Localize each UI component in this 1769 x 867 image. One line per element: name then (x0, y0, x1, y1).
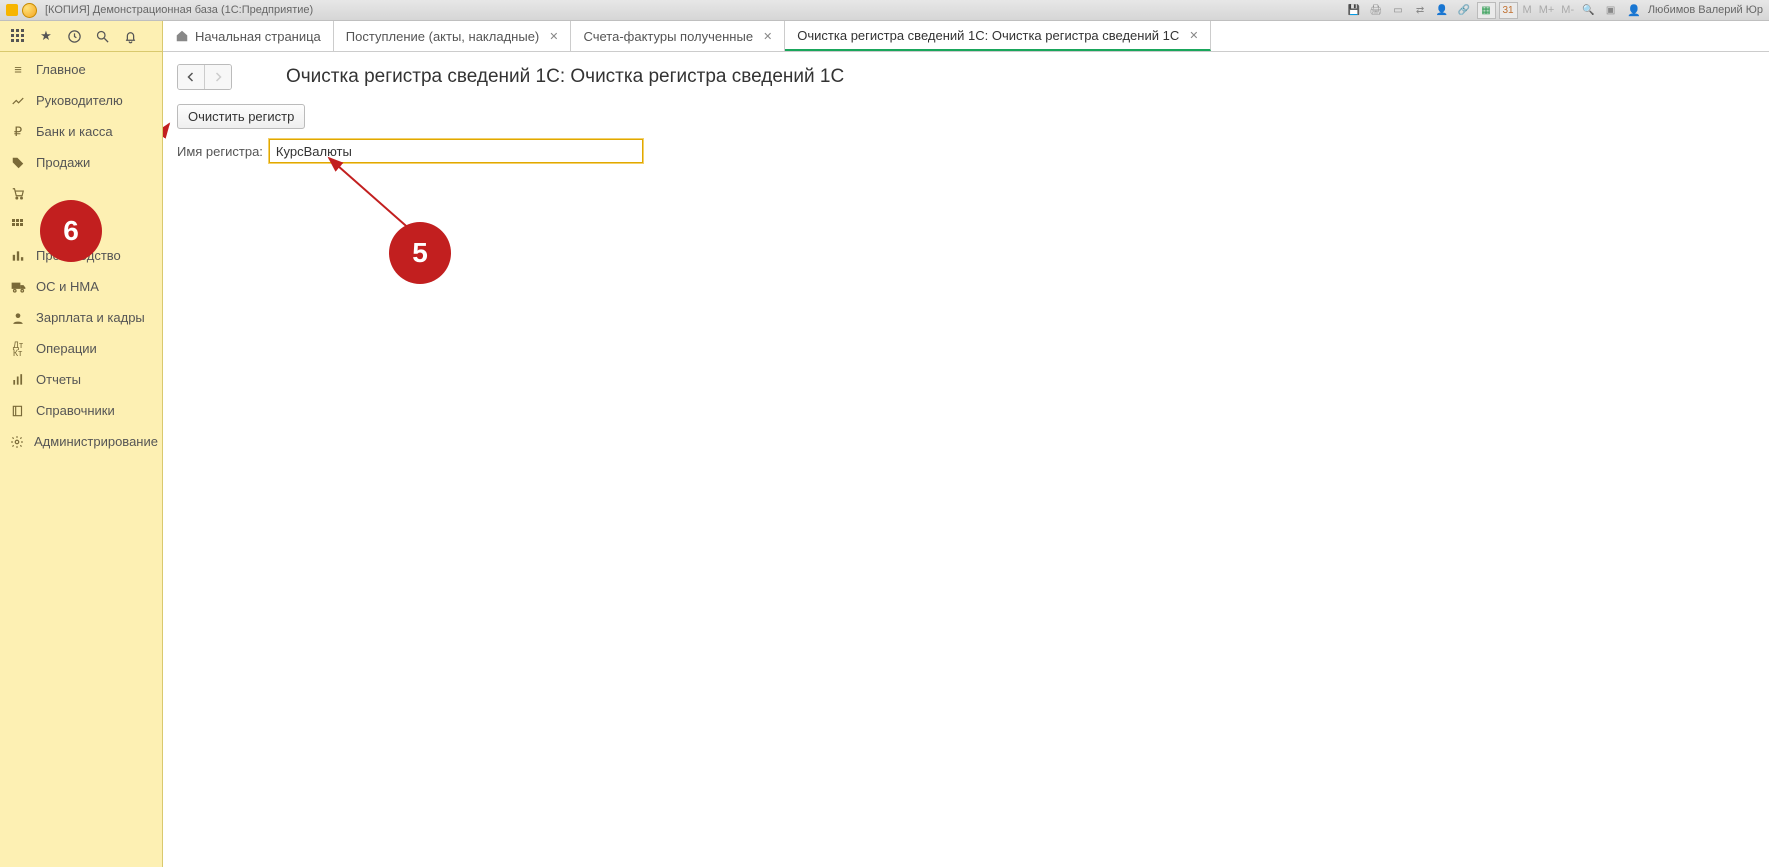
sidebar-item-cart[interactable] (0, 178, 162, 209)
content-area: Очистка регистра сведений 1С: Очистка ре… (163, 52, 1769, 867)
app-icon (6, 4, 18, 16)
ruble-icon: ₽ (10, 124, 26, 140)
sidebar-item-label: Производство (36, 248, 121, 263)
debit-credit-icon: ДтКт (10, 341, 26, 357)
nav-arrows (177, 64, 232, 90)
sidebar-item-manager[interactable]: Руководителю (0, 85, 162, 116)
cart-icon (10, 187, 26, 201)
compare-icon[interactable]: ⇄ (1411, 2, 1430, 19)
tab-label: Счета-фактуры полученные (583, 29, 753, 44)
tab-bar: Начальная страница Поступление (акты, на… (163, 21, 1769, 52)
sidebar-item-label: Руководителю (36, 93, 123, 108)
sidebar-toolbar: ★ (0, 21, 162, 52)
sidebar-item-label: Банк и касса (36, 124, 113, 139)
doc-icon[interactable]: ▭ (1389, 2, 1408, 19)
calendar-31-icon[interactable]: 31 (1499, 2, 1518, 19)
sidebar-item-salary[interactable]: Зарплата и кадры (0, 302, 162, 333)
sidebar-item-label: Операции (36, 341, 97, 356)
print-icon[interactable]: 🖨 (1367, 2, 1386, 19)
clear-register-button[interactable]: Очистить регистр (177, 104, 305, 129)
forward-button[interactable] (205, 65, 231, 89)
sidebar: ★ ≡ Главное Руководителю ₽ Банк и касса (0, 21, 163, 867)
sidebar-item-os-nma[interactable]: ОС и НМА (0, 271, 162, 302)
zoom-icon[interactable]: 🔍 (1579, 2, 1598, 19)
star-icon[interactable]: ★ (32, 23, 60, 49)
calendar-green-icon[interactable]: ▦ (1477, 2, 1496, 19)
main-area: Начальная страница Поступление (акты, на… (163, 21, 1769, 867)
register-name-label: Имя регистра: (177, 144, 263, 159)
sidebar-item-label: ОС и НМА (36, 279, 99, 294)
tab-clear-register[interactable]: Очистка регистра сведений 1С: Очистка ре… (785, 21, 1211, 51)
window-title: [КОПИЯ] Демонстрационная база (1С:Предпр… (45, 4, 313, 16)
book-icon (10, 404, 26, 418)
user-icon-small[interactable]: 👤 (1433, 2, 1452, 19)
sidebar-item-operations[interactable]: ДтКт Операции (0, 333, 162, 364)
close-icon[interactable]: ✕ (1189, 29, 1198, 42)
user-avatar-icon: 👤 (1627, 4, 1641, 17)
apps-grid-icon[interactable] (4, 23, 32, 49)
sidebar-item-admin[interactable]: Администрирование (0, 426, 162, 457)
menu-icon: ≡ (10, 62, 26, 77)
window-icon[interactable]: ▣ (1601, 2, 1620, 19)
m-minus-button[interactable]: M- (1559, 4, 1576, 16)
sidebar-item-catalogs[interactable]: Справочники (0, 395, 162, 426)
m-plus-button[interactable]: M+ (1537, 4, 1557, 16)
sidebar-item-grid[interactable] (0, 209, 162, 240)
sidebar-item-sales[interactable]: Продажи (0, 147, 162, 178)
save-icon[interactable]: 💾 (1345, 2, 1364, 19)
search-icon[interactable] (88, 23, 116, 49)
close-icon[interactable]: ✕ (763, 30, 772, 43)
home-icon (175, 29, 189, 43)
tab-receipts[interactable]: Поступление (акты, накладные) ✕ (334, 21, 572, 51)
grid-small-icon (10, 219, 26, 231)
sidebar-item-reports[interactable]: Отчеты (0, 364, 162, 395)
sidebar-item-label: Продажи (36, 155, 90, 170)
tag-icon (10, 156, 26, 170)
current-user-label: Любимов Валерий Юр (1648, 4, 1763, 16)
annotation-overlay (163, 52, 1769, 867)
bell-icon[interactable] (116, 23, 144, 49)
sidebar-item-bank[interactable]: ₽ Банк и касса (0, 116, 162, 147)
tab-invoices[interactable]: Счета-фактуры полученные ✕ (571, 21, 785, 51)
sidebar-item-production[interactable]: Производство (0, 240, 162, 271)
tab-label: Поступление (акты, накладные) (346, 29, 539, 44)
tab-label: Очистка регистра сведений 1С: Очистка ре… (797, 28, 1179, 43)
sidebar-item-label: Отчеты (36, 372, 81, 387)
sidebar-item-main[interactable]: ≡ Главное (0, 54, 162, 85)
page-title: Очистка регистра сведений 1С: Очистка ре… (286, 66, 844, 88)
m-memory-button[interactable]: M (1521, 4, 1534, 16)
history-icon[interactable] (60, 23, 88, 49)
back-button[interactable] (178, 65, 205, 89)
system-menu-button[interactable] (22, 3, 37, 18)
chart-up-icon (10, 94, 26, 108)
window-titlebar: [КОПИЯ] Демонстрационная база (1С:Предпр… (0, 0, 1769, 21)
sidebar-item-label: Главное (36, 62, 86, 77)
bars-icon (10, 249, 26, 263)
truck-icon (10, 281, 26, 293)
tab-label: Начальная страница (195, 29, 321, 44)
sidebar-item-label: Зарплата и кадры (36, 310, 145, 325)
stats-icon (10, 373, 26, 387)
link-icon[interactable]: 🔗 (1455, 2, 1474, 19)
sidebar-item-label: Справочники (36, 403, 115, 418)
person-icon (10, 311, 26, 325)
sidebar-item-label: Администрирование (34, 434, 158, 449)
register-name-input[interactable] (269, 139, 643, 163)
tab-home[interactable]: Начальная страница (163, 21, 334, 51)
annotation-callout-5: 5 (389, 222, 451, 284)
gear-icon (10, 435, 24, 449)
titlebar-tool-icons: 💾 🖨 ▭ ⇄ 👤 🔗 ▦ 31 M M+ M- 🔍 ▣ 👤 Любимов В… (1345, 2, 1763, 19)
close-icon[interactable]: ✕ (549, 30, 558, 43)
